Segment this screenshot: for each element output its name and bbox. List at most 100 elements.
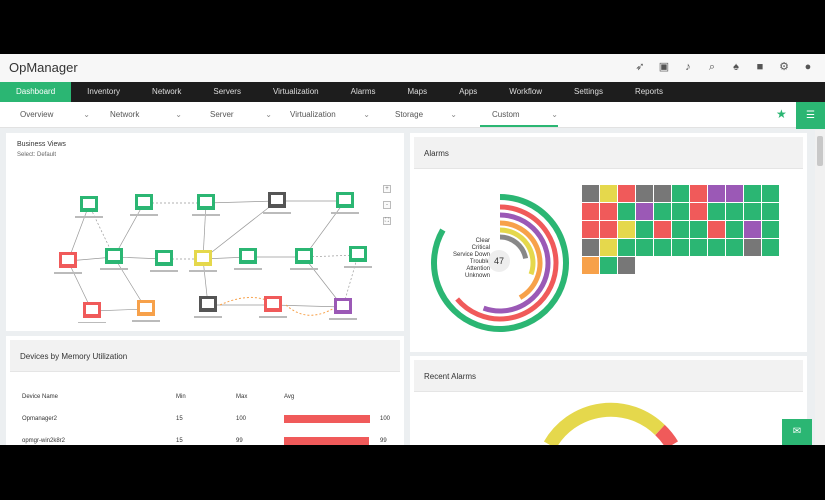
heatmap-cell[interactable] <box>744 185 761 202</box>
heatmap-cell[interactable] <box>600 239 617 256</box>
nav-maps[interactable]: Maps <box>392 82 444 102</box>
subtab-storage[interactable]: Storage ⌄ <box>395 102 457 127</box>
topology-node[interactable] <box>54 252 82 274</box>
heatmap-cell[interactable] <box>654 185 671 202</box>
heatmap-cell[interactable] <box>654 221 671 238</box>
topology-node[interactable] <box>75 196 103 218</box>
heatmap-cell[interactable] <box>762 185 779 202</box>
heatmap-cell[interactable] <box>582 239 599 256</box>
heatmap-cell[interactable] <box>672 185 689 202</box>
heatmap-cell[interactable] <box>726 203 743 220</box>
heatmap-cell[interactable] <box>654 203 671 220</box>
heatmap-cell[interactable] <box>708 203 725 220</box>
heatmap-cell[interactable] <box>726 221 743 238</box>
heatmap-cell[interactable] <box>600 257 617 274</box>
topology-node[interactable] <box>329 298 357 320</box>
heatmap-cell[interactable] <box>762 239 779 256</box>
heatmap-cell[interactable] <box>690 239 707 256</box>
heatmap-cell[interactable] <box>582 185 599 202</box>
heatmap-cell[interactable] <box>636 239 653 256</box>
device-name-cell[interactable]: opmgr-win2k8r2 <box>22 438 65 444</box>
recent-alarms-donut[interactable] <box>410 395 807 445</box>
heatmap-cell[interactable] <box>672 221 689 238</box>
fit-screen-button[interactable]: ⛶ <box>383 217 391 225</box>
topology-node[interactable] <box>132 300 160 322</box>
rocket-icon[interactable]: ➶ <box>633 60 647 74</box>
topology-node[interactable] <box>344 246 372 268</box>
monitor-icon[interactable]: ▣ <box>657 60 671 74</box>
nav-servers[interactable]: Servers <box>197 82 257 102</box>
topology-node[interactable] <box>194 296 222 318</box>
heatmap-cell[interactable] <box>690 185 707 202</box>
topology-node[interactable] <box>192 194 220 216</box>
heatmap-cell[interactable] <box>744 203 761 220</box>
heatmap-cell[interactable] <box>618 221 635 238</box>
topology-node[interactable] <box>331 192 359 214</box>
nav-reports[interactable]: Reports <box>619 82 679 102</box>
gear-icon[interactable]: ⚙ <box>777 60 791 74</box>
heatmap-cell[interactable] <box>618 203 635 220</box>
bell-icon[interactable]: ♠ <box>729 60 743 74</box>
nav-dashboard[interactable]: Dashboard <box>0 82 72 102</box>
scrollbar-thumb[interactable] <box>817 136 823 166</box>
nav-inventory[interactable]: Inventory <box>71 82 136 102</box>
heatmap-cell[interactable] <box>726 185 743 202</box>
heatmap-cell[interactable] <box>600 185 617 202</box>
heatmap-cell[interactable] <box>690 221 707 238</box>
topology-node[interactable] <box>234 248 262 270</box>
heatmap-cell[interactable] <box>636 203 653 220</box>
heatmap-cell[interactable] <box>762 221 779 238</box>
nav-workflow[interactable]: Workflow <box>493 82 558 102</box>
alarm-heatmap[interactable] <box>582 185 792 285</box>
topology-node[interactable] <box>130 194 158 216</box>
heatmap-cell[interactable] <box>618 185 635 202</box>
heatmap-cell[interactable] <box>600 221 617 238</box>
heatmap-cell[interactable] <box>726 239 743 256</box>
heatmap-cell[interactable] <box>708 221 725 238</box>
nav-apps[interactable]: Apps <box>443 82 493 102</box>
topology-node[interactable] <box>263 192 291 214</box>
heatmap-cell[interactable] <box>618 239 635 256</box>
heatmap-cell[interactable] <box>618 257 635 274</box>
heatmap-cell[interactable] <box>762 203 779 220</box>
search-icon[interactable]: ⌕ <box>705 60 719 74</box>
heatmap-cell[interactable] <box>582 221 599 238</box>
heatmap-cell[interactable] <box>708 239 725 256</box>
topology-map[interactable] <box>6 173 376 323</box>
subtab-overview[interactable]: Overview ⌄ <box>20 102 90 127</box>
heatmap-cell[interactable] <box>744 239 761 256</box>
chat-button[interactable]: ✉ <box>782 419 812 445</box>
subtab-virtualization[interactable]: Virtualization ⌄ <box>290 102 370 127</box>
device-name-cell[interactable]: Opmanager2 <box>22 416 57 422</box>
heatmap-cell[interactable] <box>672 203 689 220</box>
nav-alarms[interactable]: Alarms <box>335 82 392 102</box>
zoom-in-button[interactable]: + <box>383 185 391 193</box>
heatmap-cell[interactable] <box>672 239 689 256</box>
heatmap-cell[interactable] <box>582 257 599 274</box>
video-icon[interactable]: ■ <box>753 60 767 74</box>
add-widget-button[interactable]: ☰ <box>796 102 825 129</box>
heatmap-cell[interactable] <box>636 185 653 202</box>
zoom-out-button[interactable]: - <box>383 201 391 209</box>
heatmap-cell[interactable] <box>690 203 707 220</box>
page-scrollbar[interactable] <box>815 130 825 445</box>
subtab-server[interactable]: Server ⌄ <box>210 102 272 127</box>
mic-icon[interactable]: ♪ <box>681 60 695 74</box>
heatmap-cell[interactable] <box>600 203 617 220</box>
user-icon[interactable]: ● <box>801 60 815 74</box>
star-icon[interactable]: ★ <box>776 107 787 121</box>
business-view-selector[interactable]: Select: Default <box>17 152 56 158</box>
topology-node[interactable] <box>189 250 217 272</box>
heatmap-cell[interactable] <box>744 221 761 238</box>
heatmap-cell[interactable] <box>636 221 653 238</box>
subtab-network[interactable]: Network ⌄ <box>110 102 182 127</box>
heatmap-cell[interactable] <box>708 185 725 202</box>
topology-node[interactable] <box>150 250 178 272</box>
heatmap-cell[interactable] <box>582 203 599 220</box>
topology-node[interactable] <box>78 302 106 323</box>
nav-network[interactable]: Network <box>136 82 197 102</box>
topology-node[interactable] <box>290 248 318 270</box>
topology-node[interactable] <box>100 248 128 270</box>
nav-settings[interactable]: Settings <box>558 82 619 102</box>
nav-virtualization[interactable]: Virtualization <box>257 82 335 102</box>
